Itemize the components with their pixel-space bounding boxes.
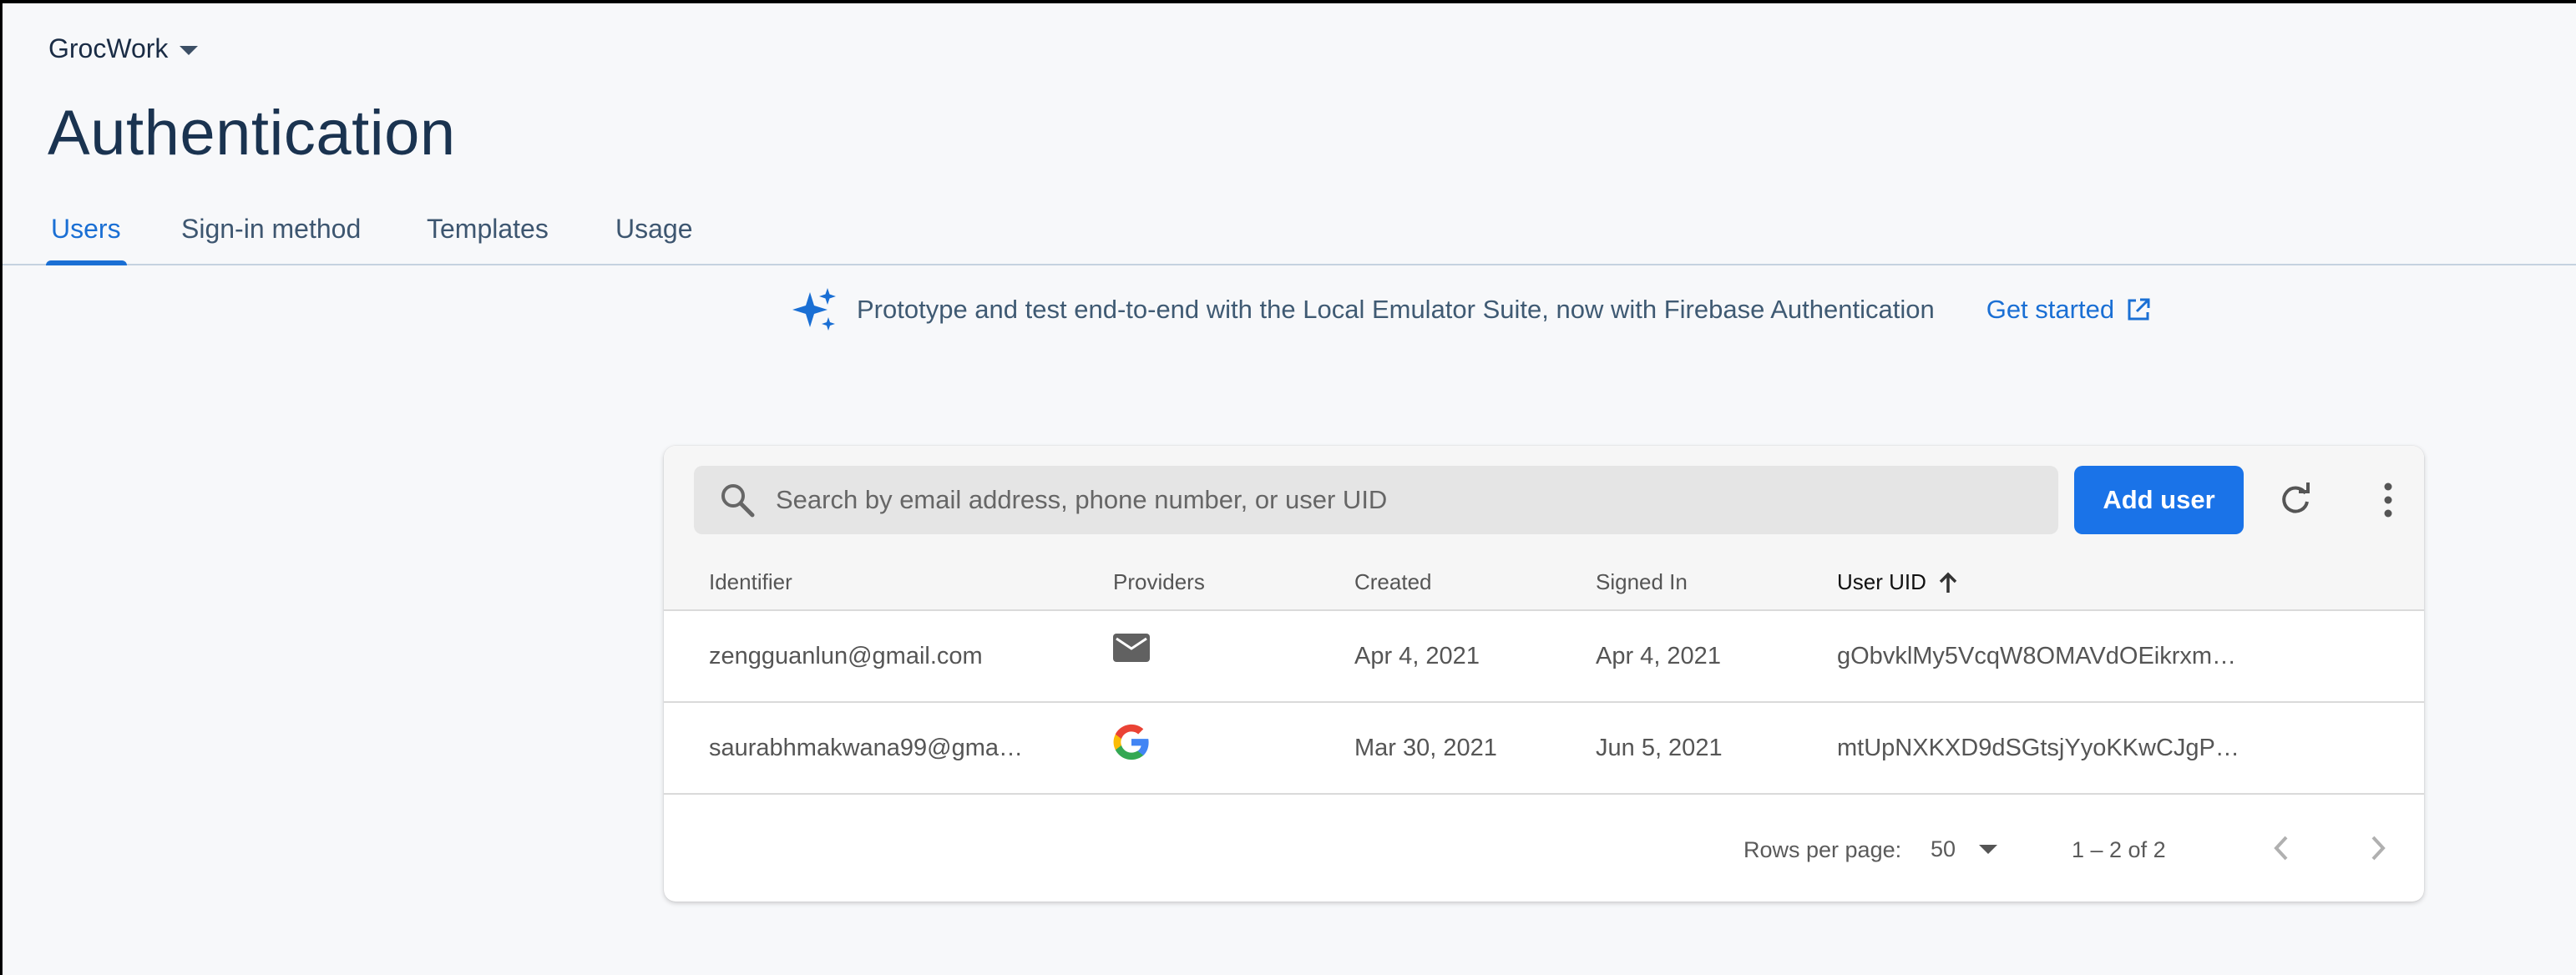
refresh-button[interactable]: [2275, 479, 2316, 521]
search-icon: [721, 484, 755, 518]
signed-in-cell: Apr 4, 2021: [1596, 643, 1721, 669]
tab-users[interactable]: Users: [51, 214, 121, 245]
tab-sign-in-method[interactable]: Sign-in method: [181, 214, 361, 245]
created-cell: Mar 30, 2021: [1354, 735, 1497, 761]
column-header-created[interactable]: Created: [1354, 569, 1432, 595]
rows-per-page-select[interactable]: 50: [1931, 831, 2014, 866]
tab-templates[interactable]: Templates: [427, 214, 549, 245]
search-bar[interactable]: [694, 466, 2058, 534]
add-user-button[interactable]: Add user: [2074, 466, 2244, 534]
search-input[interactable]: [774, 484, 2030, 516]
signed-in-cell: Jun 5, 2021: [1596, 735, 1723, 761]
column-header-identifier[interactable]: Identifier: [709, 569, 792, 595]
rows-per-page-value: 50: [1931, 836, 1956, 861]
open-in-new-icon: [2128, 298, 2150, 321]
sparkle-icon: [792, 288, 836, 331]
table-row[interactable]: zengguanlun@gmail.com Apr 4, 2021 Apr 4,…: [664, 611, 2424, 703]
email-icon: [1113, 634, 1150, 662]
chevron-left-icon: [2274, 836, 2288, 861]
table-row[interactable]: saurabhmakwana99@gma… Mar 30, 2021 Jun 5…: [664, 703, 2424, 795]
more-options-button[interactable]: [2367, 479, 2409, 521]
project-name: GrocWork: [48, 33, 169, 63]
pagination-range: 1 – 2 of 2: [2072, 837, 2166, 862]
promo-text: Prototype and test end-to-end with the L…: [857, 295, 1935, 324]
refresh-icon: [2282, 482, 2310, 513]
get-started-link[interactable]: Get started: [1986, 295, 2151, 325]
tab-usage[interactable]: Usage: [615, 214, 693, 245]
next-page-button[interactable]: [2360, 830, 2396, 866]
chevron-down-icon: [1979, 844, 1998, 854]
uid-cell: mtUpNXKXD9dSGtsjYyoKKwCJgP…: [1837, 735, 2239, 761]
chevron-right-icon: [2371, 836, 2386, 861]
uid-cell: gObvklMy5VcqW8OMAVdOEikrxm…: [1837, 643, 2237, 669]
previous-page-button[interactable]: [2263, 830, 2300, 866]
users-table-card: Add user Identifier Providers Created Si…: [664, 446, 2424, 902]
active-tab-indicator: [46, 260, 127, 265]
users-table-header: Add user Identifier Providers Created Si…: [664, 446, 2424, 611]
page-title: Authentication: [48, 98, 456, 169]
identifier-cell: saurabhmakwana99@gma…: [709, 735, 1024, 761]
rows-per-page-label: Rows per page:: [1743, 837, 1902, 862]
sort-ascending-icon: [1939, 572, 1957, 593]
project-selector[interactable]: GrocWork: [48, 33, 199, 64]
google-icon: [1113, 724, 1149, 760]
created-cell: Apr 4, 2021: [1354, 643, 1480, 669]
column-header-signed-in[interactable]: Signed In: [1596, 569, 1688, 595]
column-header-providers[interactable]: Providers: [1113, 569, 1205, 595]
emulator-promo-banner: Prototype and test end-to-end with the L…: [792, 287, 2151, 332]
tab-bar: Users Sign-in method Templates Usage: [3, 197, 2576, 265]
more-vertical-icon: [2384, 482, 2392, 518]
identifier-cell: zengguanlun@gmail.com: [709, 643, 983, 669]
get-started-label: Get started: [1986, 295, 2115, 324]
caret-down-icon: [180, 46, 199, 55]
column-header-user-uid[interactable]: User UID: [1837, 569, 1958, 595]
